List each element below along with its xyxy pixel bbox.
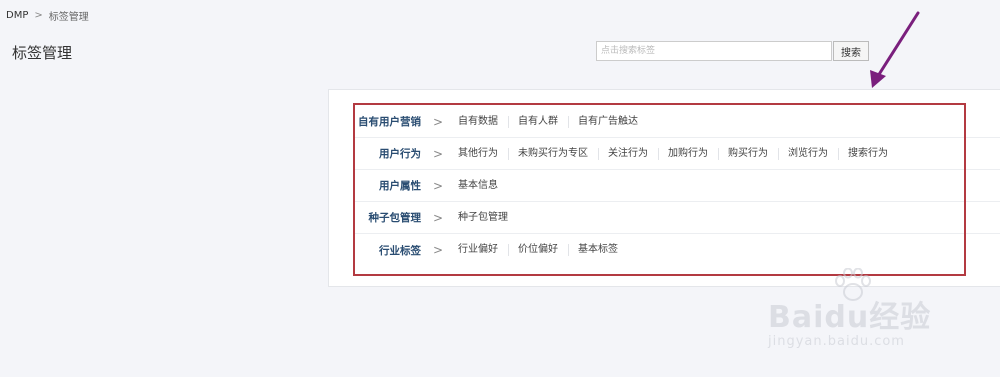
breadcrumb-separator: > — [34, 10, 43, 21]
breadcrumb-current: 标签管理 — [48, 12, 89, 23]
highlight-box — [353, 103, 966, 276]
watermark-url: jingyan.baidu.com — [768, 334, 905, 349]
annotation-arrow-icon — [870, 11, 920, 88]
baidu-watermark: Baidu经验 jingyan.baidu.com — [768, 268, 968, 358]
search-bar: 搜索 — [596, 41, 869, 61]
breadcrumb: DMP > 标签管理 — [6, 8, 89, 23]
search-input[interactable] — [596, 41, 832, 61]
watermark-brand: Baidu经验 — [768, 300, 932, 335]
breadcrumb-root-link[interactable]: DMP — [6, 10, 28, 21]
page-title: 标签管理 — [12, 44, 73, 62]
